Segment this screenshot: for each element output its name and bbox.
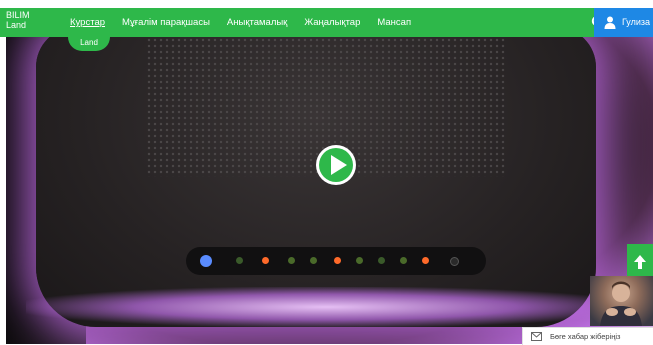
led-indicator xyxy=(450,257,459,266)
mail-icon xyxy=(531,332,542,341)
nav-item-career[interactable]: Мансап xyxy=(377,17,411,28)
led-indicator xyxy=(262,257,269,264)
nav-item-courses[interactable]: Курстар xyxy=(70,17,105,28)
arrow-up-icon xyxy=(634,255,646,269)
user-name: Гулиза xyxy=(622,17,650,27)
led-indicator xyxy=(310,257,317,264)
bilimland-logo[interactable]: BILIM Land xyxy=(6,10,46,34)
router-led-panel xyxy=(186,247,486,275)
play-icon[interactable] xyxy=(315,144,357,186)
led-indicator xyxy=(288,257,295,264)
nav-item-teacher-page[interactable]: Мұғалім парақшасы xyxy=(122,17,210,28)
scroll-to-top-button[interactable] xyxy=(627,244,653,280)
main-nav: Курстар Мұғалім парақшасы Анықтамалық Жа… xyxy=(70,8,428,37)
nav-item-news[interactable]: Жаңалықтар xyxy=(304,17,360,28)
router-glow xyxy=(26,287,626,327)
sign-language-interpreter-video[interactable] xyxy=(590,276,653,326)
led-indicator xyxy=(422,257,429,264)
led-indicator xyxy=(356,257,363,264)
led-indicator xyxy=(200,255,212,267)
led-indicator xyxy=(334,257,341,264)
user-icon xyxy=(604,16,616,29)
feedback-button[interactable]: Бөге хабар жіберіңіз xyxy=(522,327,653,345)
video-player[interactable]: Land xyxy=(6,37,653,344)
nav-item-reference[interactable]: Анықтамалық xyxy=(227,17,287,28)
user-menu[interactable]: Гулиза xyxy=(594,8,653,37)
led-indicator xyxy=(400,257,407,264)
led-indicator xyxy=(378,257,385,264)
logo-line-2: Land xyxy=(6,20,27,30)
logo-line-1: BILIM xyxy=(6,10,30,20)
led-indicator xyxy=(236,257,243,264)
feedback-label: Бөге хабар жіберіңіз xyxy=(550,332,621,341)
top-navbar: Курстар Мұғалім парақшасы Анықтамалық Жа… xyxy=(0,8,653,37)
interpreter-figure xyxy=(600,281,642,326)
